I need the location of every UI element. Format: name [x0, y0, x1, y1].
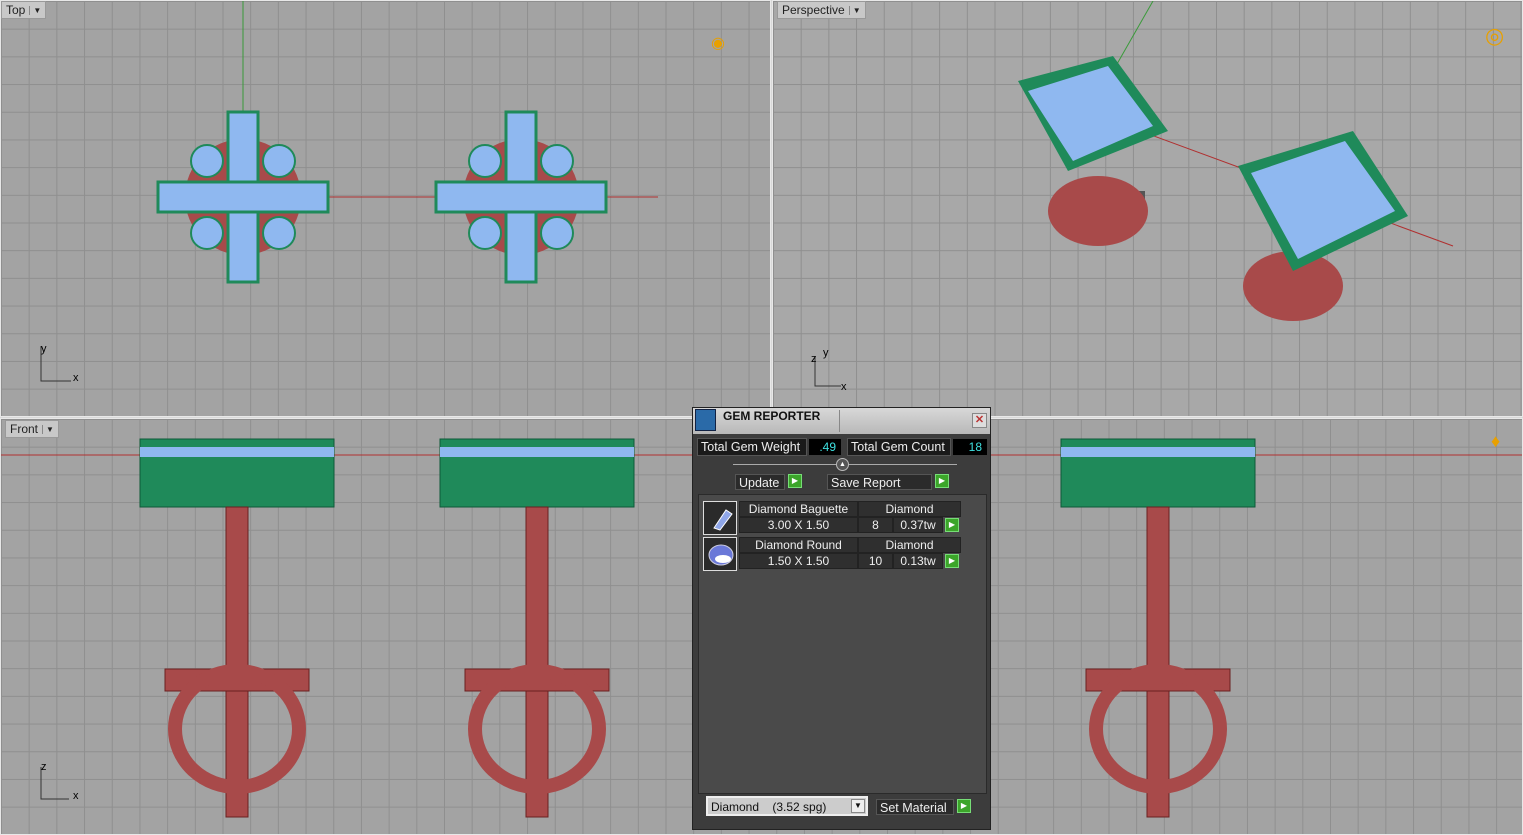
close-button[interactable]: ✕: [972, 413, 987, 428]
gem-row[interactable]: Diamond Baguette Diamond 3.00 X 1.50 8 0…: [703, 501, 963, 535]
gem-name: Diamond Baguette: [739, 501, 858, 517]
earring-persp-right: [1238, 131, 1408, 321]
gem-row[interactable]: Diamond Round Diamond 1.50 X 1.50 10 0.1…: [703, 537, 963, 571]
gem-weight: 0.37tw: [893, 517, 943, 533]
set-material-go-button[interactable]: ▶: [957, 799, 971, 813]
earring-front-3: [1060, 438, 1256, 818]
viewport-title: Front: [10, 422, 39, 436]
viewport-top[interactable]: Top ▼ y x ◉: [0, 0, 771, 417]
divider: [839, 410, 840, 432]
material-select-value: Diamond (3.52 spg): [711, 800, 827, 814]
gem-reporter-panel: GEM REPORTER ✕ Total Gem Weight .49 Tota…: [692, 407, 991, 830]
gem-material: Diamond: [858, 501, 961, 517]
panel-title: GEM REPORTER: [723, 409, 821, 423]
gem-material: Diamond: [858, 537, 961, 553]
ring-icon: ♦: [1491, 431, 1501, 451]
axis-z-label: z: [41, 761, 47, 773]
material-select[interactable]: Diamond (3.52 spg) ▼: [706, 796, 868, 816]
earring-top-right: [434, 110, 608, 284]
gem-size: 1.50 X 1.50: [739, 553, 858, 569]
update-go-button[interactable]: ▶: [788, 474, 802, 488]
axis-y-label: y: [823, 347, 829, 359]
axis-x-label: x: [73, 790, 79, 802]
gem-size: 3.00 X 1.50: [739, 517, 858, 533]
perspective-scene: [814, 1, 1454, 387]
save-report-button[interactable]: Save Report: [827, 474, 932, 490]
axis-y-label: y: [41, 343, 47, 355]
chevron-down-icon[interactable]: ▼: [848, 5, 861, 15]
ring-icon: ◎: [1485, 23, 1505, 48]
ring-icon: ◉: [711, 35, 725, 52]
baguette-gem-icon: [703, 501, 737, 535]
axis-x-label: x: [73, 372, 79, 384]
gem-weight: 0.13tw: [893, 553, 943, 569]
gem-reporter-logo-icon: [695, 409, 716, 431]
viewport-front-label[interactable]: Front ▼: [5, 420, 59, 438]
gem-name: Diamond Round: [739, 537, 858, 553]
collapse-toggle-icon[interactable]: ▲: [836, 458, 849, 471]
set-material-button[interactable]: Set Material: [876, 799, 954, 815]
total-weight-label: Total Gem Weight: [697, 438, 807, 456]
round-gem-icon: [703, 537, 737, 571]
earring-top-left: [156, 110, 330, 284]
viewport-title: Top: [6, 3, 26, 17]
total-count-label: Total Gem Count: [847, 438, 951, 456]
viewport-title: Perspective: [782, 3, 845, 17]
chevron-down-icon[interactable]: ▼: [851, 799, 865, 813]
gem-select-button[interactable]: ▶: [945, 554, 959, 568]
earring-persp-left: [1018, 56, 1168, 246]
axis-z-label: z: [811, 353, 817, 365]
gem-count: 8: [858, 517, 893, 533]
gem-select-button[interactable]: ▶: [945, 518, 959, 532]
update-button[interactable]: Update: [735, 474, 785, 490]
chevron-down-icon[interactable]: ▼: [29, 5, 41, 15]
earring-front-2: [439, 438, 635, 818]
total-weight-value: .49: [809, 439, 841, 455]
gem-list: Diamond Baguette Diamond 3.00 X 1.50 8 0…: [698, 494, 987, 794]
total-count-value: 18: [953, 439, 987, 455]
viewport-perspective[interactable]: Perspective ▼ z y x ◎: [772, 0, 1523, 417]
panel-titlebar[interactable]: GEM REPORTER ✕: [693, 408, 990, 434]
axis-x-label: x: [841, 381, 847, 393]
gem-count: 10: [858, 553, 893, 569]
save-report-go-button[interactable]: ▶: [935, 474, 949, 488]
viewport-top-label[interactable]: Top ▼: [1, 1, 47, 19]
chevron-down-icon[interactable]: ▼: [42, 424, 54, 434]
top-view-scene: [40, 1, 658, 382]
viewport-perspective-label[interactable]: Perspective ▼: [777, 1, 866, 19]
earring-front-1: [139, 438, 335, 818]
